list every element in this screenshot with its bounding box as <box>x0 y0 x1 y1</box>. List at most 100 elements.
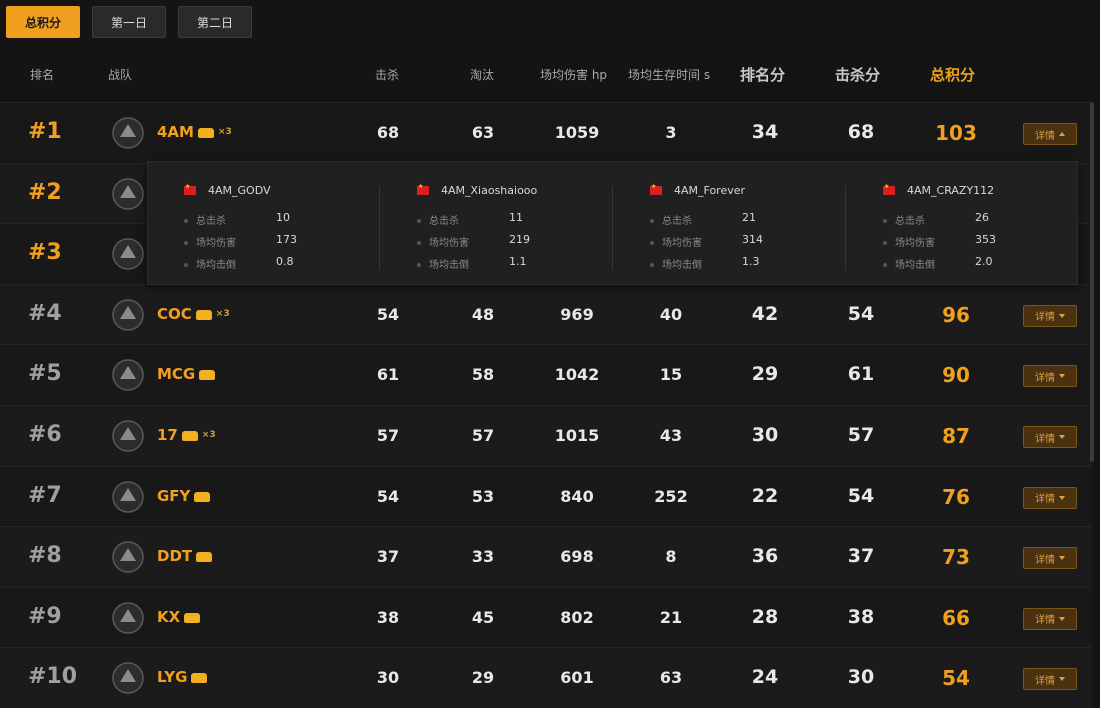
player-stat-label: 场均击倒 <box>417 256 469 271</box>
cell-elims: 33 <box>471 547 495 567</box>
table-row[interactable]: #8 DDT 37 33 698 8 36 37 73 详情 <box>0 526 1092 588</box>
rank-label: #10 <box>28 664 78 690</box>
player-stat-value: 2.0 <box>975 255 993 268</box>
detail-button-label: 详情 <box>1035 675 1055 687</box>
detail-button[interactable]: 详情 <box>1023 486 1077 509</box>
chicken-dinner-icon <box>184 612 201 623</box>
player-name: 4AM_GODV <box>208 184 271 197</box>
cell-damage: 1042 <box>554 365 600 385</box>
cell-rank-pts: 36 <box>751 545 779 568</box>
detail-button[interactable]: 详情 <box>1023 123 1077 145</box>
cell-kill-pts: 38 <box>847 605 875 628</box>
chevron-down-icon <box>1059 435 1065 439</box>
player-stat-value: 219 <box>509 233 530 246</box>
bullet-icon <box>417 219 421 223</box>
team-name-text: DDT <box>157 547 193 566</box>
player-name: 4AM_Forever <box>674 184 746 197</box>
team-name: 17 ×3 <box>157 426 216 444</box>
detail-button[interactable]: 详情 <box>1023 365 1077 388</box>
detail-button[interactable]: 详情 <box>1023 547 1077 570</box>
team-logo-icon <box>110 660 146 696</box>
player-stats-card: 4AM_CRAZY112 总击杀 26 场均伤害 353 场均击倒 2.0 <box>845 180 1047 271</box>
cell-rank-pts: 24 <box>751 666 779 689</box>
table-row[interactable]: #1 4AM ×3 68 63 1059 3 34 68 103 详情 <box>0 102 1092 163</box>
player-stat-label: 总击杀 <box>417 212 459 227</box>
detail-button[interactable]: 详情 <box>1023 607 1077 630</box>
cell-survival: 43 <box>659 426 683 445</box>
divider <box>379 186 380 270</box>
player-stat-value: 10 <box>276 211 290 224</box>
player-stat-label: 场均伤害 <box>417 234 469 249</box>
detail-button[interactable]: 详情 <box>1023 668 1077 691</box>
detail-button[interactable]: 详情 <box>1023 304 1077 327</box>
china-flag-icon <box>883 183 895 195</box>
table-row[interactable]: #9 KX 38 45 802 21 28 38 66 详情 <box>0 586 1092 648</box>
player-stat-label-text: 总击杀 <box>196 216 226 227</box>
header-avg-survival: 场均生存时间 s <box>628 67 711 82</box>
tab-total[interactable]: 总积分 <box>6 6 80 38</box>
team-name-text: 17 <box>157 426 178 444</box>
cell-total: 103 <box>935 121 977 145</box>
cell-survival: 3 <box>665 123 677 142</box>
chevron-down-icon <box>1059 313 1065 318</box>
header-kills: 击杀 <box>375 67 400 82</box>
detail-button[interactable]: 详情 <box>1023 426 1077 448</box>
header-avg-damage: 场均伤害 hp <box>540 67 608 82</box>
chicken-dinner-icon <box>194 491 211 502</box>
cell-total: 73 <box>942 545 970 570</box>
header-rank-points: 排名分 <box>740 65 786 84</box>
player-stat-label-text: 场均伤害 <box>895 238 935 249</box>
player-name: 4AM_Xiaoshaiooo <box>441 184 538 197</box>
table-row[interactable]: #5 MCG 61 58 1042 15 29 61 90 详情 <box>0 344 1092 406</box>
table-row[interactable]: #4 COC ×3 54 48 969 40 42 54 96 详情 <box>0 283 1092 345</box>
chicken-dinner-icon <box>195 309 212 320</box>
cell-kills: 54 <box>376 304 400 324</box>
cell-kill-pts: 68 <box>847 121 875 143</box>
cell-elims: 58 <box>471 365 495 385</box>
team-name: KX <box>157 607 201 626</box>
team-name-text: MCG <box>157 365 196 384</box>
bullet-icon <box>184 219 188 223</box>
player-stat-label: 总击杀 <box>184 212 226 227</box>
team-name-text: 4AM <box>157 123 194 141</box>
cell-survival: 21 <box>659 607 683 627</box>
player-stat-label-text: 总击杀 <box>895 216 925 227</box>
player-stat-label: 场均伤害 <box>883 234 935 249</box>
cell-kill-pts: 37 <box>847 545 875 568</box>
team-logo-icon <box>110 297 146 333</box>
chevron-down-icon <box>1059 677 1065 682</box>
cell-damage: 840 <box>560 486 594 506</box>
dinner-count: ×3 <box>215 308 230 319</box>
player-stat-value: 11 <box>509 211 523 224</box>
chevron-down-icon <box>1059 616 1065 621</box>
cell-damage: 601 <box>560 668 594 688</box>
scrollbar[interactable] <box>1090 102 1094 462</box>
cell-elims: 53 <box>471 486 495 506</box>
cell-kills: 68 <box>376 123 400 142</box>
cell-rank-pts: 22 <box>751 484 779 507</box>
cell-kills: 61 <box>376 365 400 385</box>
table-row[interactable]: #10 LYG 30 29 601 63 24 30 54 详情 <box>0 647 1092 708</box>
tab-day1[interactable]: 第一日 <box>92 6 166 38</box>
header-rank: 排名 <box>30 67 55 82</box>
player-stat-label-text: 场均伤害 <box>196 238 236 249</box>
table-row[interactable]: #6 17 ×3 57 57 1015 43 30 57 87 详情 <box>0 405 1092 466</box>
chicken-dinner-icon <box>197 128 214 138</box>
cell-kill-pts: 57 <box>847 424 875 446</box>
team-name-text: KX <box>157 607 181 626</box>
bullet-icon <box>883 263 887 267</box>
header-team: 战队 <box>108 67 133 82</box>
player-stat-label-text: 场均击倒 <box>662 260 702 271</box>
table-row[interactable]: #7 GFY 54 53 840 252 22 54 76 详情 <box>0 465 1092 527</box>
tab-day2[interactable]: 第二日 <box>178 6 252 38</box>
cell-kills: 54 <box>376 486 400 506</box>
player-stat-label: 场均击倒 <box>883 256 935 271</box>
bullet-icon <box>883 219 887 223</box>
bullet-icon <box>184 241 188 245</box>
bullet-icon <box>417 241 421 245</box>
rank-label: #4 <box>28 300 62 326</box>
cell-damage: 1015 <box>554 426 600 445</box>
cell-elims: 63 <box>471 123 495 142</box>
detail-button-label: 详情 <box>1035 130 1055 142</box>
team-name-text: GFY <box>157 486 191 505</box>
